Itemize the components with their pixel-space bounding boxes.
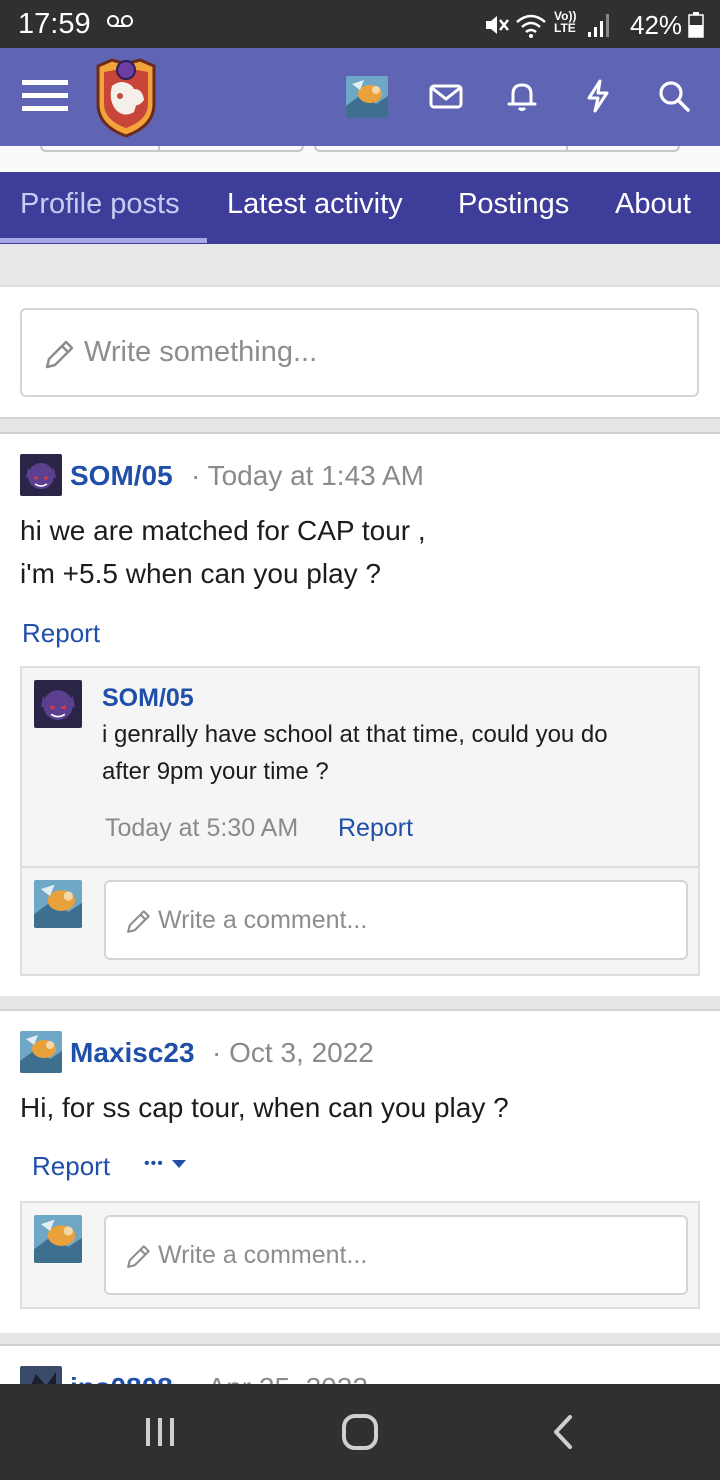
lte-indicator: Vo)) LTE [554, 9, 577, 35]
status-time: 17:59 [18, 8, 91, 40]
pencil-icon [127, 910, 150, 933]
profile-post-composer: Write something... [0, 287, 720, 419]
divider [566, 146, 568, 152]
menu-icon[interactable] [22, 76, 68, 116]
my-avatar [34, 1215, 82, 1263]
site-header [0, 48, 720, 146]
reply-text: i genrally have school at that time, cou… [102, 721, 608, 785]
post-time[interactable]: · Apr 25, 2022 [192, 1372, 368, 1384]
user-avatar[interactable] [346, 76, 388, 118]
profile-button-strip [0, 146, 720, 172]
bolt-icon[interactable] [580, 78, 616, 114]
divider [22, 866, 698, 868]
author-avatar[interactable] [20, 1031, 62, 1073]
report-link[interactable]: Report [22, 618, 100, 649]
pencil-icon [45, 340, 74, 369]
battery-icon [688, 12, 704, 38]
profile-button-ghost [40, 146, 304, 152]
wifi-icon [516, 14, 546, 38]
author-avatar[interactable] [20, 1366, 62, 1384]
tab-about[interactable]: About [615, 188, 691, 221]
profile-button-ghost [314, 146, 680, 152]
pencil-icon [127, 1245, 150, 1268]
mail-icon[interactable] [428, 78, 464, 114]
post-author[interactable]: Maxisc23 [70, 1037, 195, 1069]
recent-apps-icon[interactable] [140, 1412, 180, 1452]
bell-icon[interactable] [504, 78, 540, 114]
more-options-button[interactable]: ••• [144, 1155, 187, 1173]
reply-report-link[interactable]: Report [338, 814, 413, 843]
home-icon[interactable] [340, 1412, 380, 1452]
reply-time[interactable]: Today at 5:30 AM [105, 814, 298, 843]
profile-tabs: Profile posts Latest activity Postings A… [0, 172, 720, 244]
comments-section: SOM/05 i genrally have school at that ti… [20, 666, 700, 976]
author-avatar[interactable] [20, 454, 62, 496]
post-author[interactable]: SOM/05 [70, 460, 173, 492]
write-something-input[interactable]: Write something... [20, 308, 699, 397]
reply-author[interactable]: SOM/05 [102, 684, 194, 713]
tab-latest-activity[interactable]: Latest activity [227, 188, 403, 221]
post-time[interactable]: · Today at 1:43 AM [191, 460, 424, 492]
profile-post: SOM/05 · Today at 1:43 AM hi we are matc… [0, 432, 720, 996]
post-author[interactable]: jns0808 [70, 1372, 173, 1384]
spacer [0, 244, 720, 286]
chevron-down-icon [172, 1159, 187, 1168]
write-something-placeholder: Write something... [84, 336, 318, 368]
post-body: hi we are matched for CAP tour , i'm +5.… [20, 515, 426, 589]
site-logo[interactable] [92, 56, 160, 140]
back-icon[interactable] [544, 1412, 584, 1452]
tab-postings[interactable]: Postings [458, 188, 569, 221]
write-comment-input[interactable]: Write a comment... [104, 1215, 688, 1295]
system-navigation-bar [0, 1384, 720, 1480]
profile-post: Maxisc23 · Oct 3, 2022 Hi, for ss cap to… [0, 1009, 720, 1333]
write-comment-placeholder: Write a comment... [158, 1241, 368, 1269]
battery-percent: 42% [630, 10, 683, 40]
comments-section: Write a comment... [20, 1201, 700, 1309]
tab-profile-posts[interactable]: Profile posts [20, 188, 180, 221]
signal-icon [588, 14, 609, 37]
voicemail-icon [107, 15, 133, 27]
report-link[interactable]: Report [32, 1151, 110, 1182]
write-comment-placeholder: Write a comment... [158, 906, 368, 934]
active-tab-indicator [0, 238, 207, 243]
my-avatar [34, 880, 82, 928]
search-icon[interactable] [656, 78, 692, 114]
post-body: Hi, for ss cap tour, when can you play ? [20, 1092, 509, 1123]
write-comment-input[interactable]: Write a comment... [104, 880, 688, 960]
post-time[interactable]: · Oct 3, 2022 [212, 1037, 374, 1069]
mute-icon [486, 16, 509, 34]
divider [158, 146, 160, 152]
status-bar: 17:59 Vo)) LTE 42% [0, 0, 720, 48]
reply-author-avatar[interactable] [34, 680, 82, 728]
profile-post: jns0808 · Apr 25, 2022 [0, 1344, 720, 1384]
